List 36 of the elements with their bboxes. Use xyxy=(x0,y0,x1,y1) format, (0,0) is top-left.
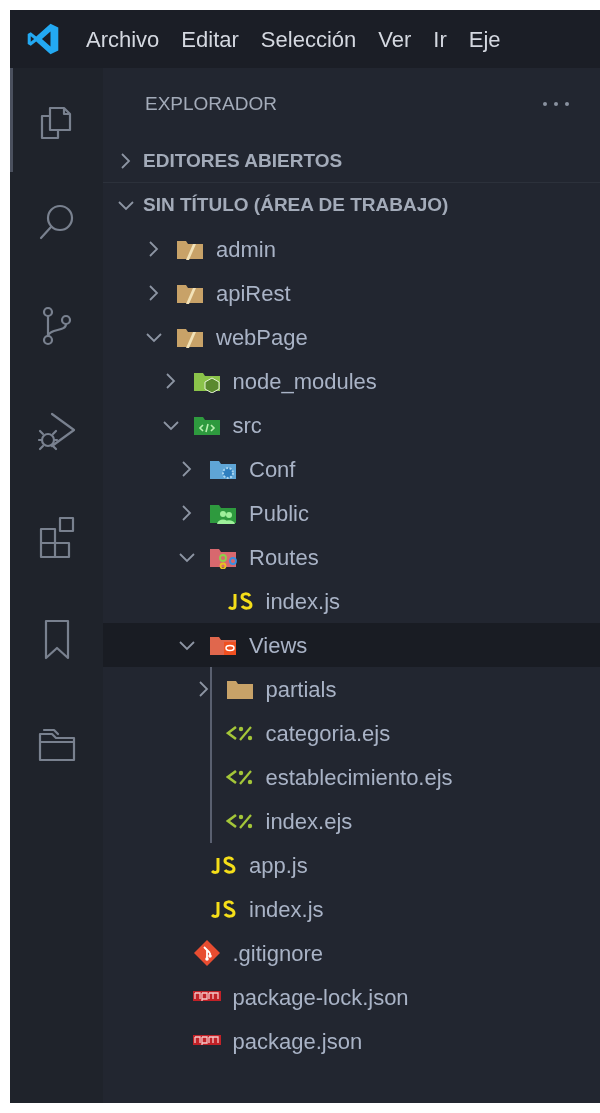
menu-item[interactable]: Selección xyxy=(260,22,357,56)
folder-tree-item[interactable]: src xyxy=(103,403,600,447)
js-file-icon xyxy=(209,853,237,877)
explorer-title: EXPLORADOR xyxy=(145,91,277,116)
more-actions-icon[interactable] xyxy=(542,101,570,107)
section-header[interactable]: SIN TÍTULO (ÁREA DE TRABAJO) xyxy=(103,183,600,227)
menu-item[interactable]: Archivo xyxy=(86,22,160,56)
menu-item[interactable]: Eje xyxy=(468,22,501,56)
npm-file-icon xyxy=(192,991,221,1003)
folder-tree-item[interactable]: Public xyxy=(103,491,600,535)
file-tree-item[interactable]: index.js xyxy=(103,887,600,931)
app-logo-icon xyxy=(26,22,60,56)
js-file-icon xyxy=(225,589,254,613)
git-file-icon xyxy=(192,939,221,967)
menu-item[interactable]: Ver xyxy=(378,22,412,56)
file-tree-item[interactable]: index.ejs xyxy=(103,799,600,843)
folder-tree-item[interactable]: partials xyxy=(103,667,600,711)
folder-tree-item[interactable]: admin xyxy=(103,227,600,271)
section-header[interactable]: EDITORES ABIERTOS xyxy=(103,140,600,183)
file-tree-item[interactable]: app.js xyxy=(103,843,600,887)
folder-tree-item[interactable]: webPage xyxy=(103,315,600,359)
folder-tree-item[interactable]: Conf xyxy=(103,447,600,491)
menu-item[interactable]: Ir xyxy=(433,22,447,56)
npm-file-icon xyxy=(192,1035,221,1047)
file-tree-item[interactable]: package-lock.json xyxy=(103,975,600,1019)
file-tree-item[interactable]: .gitignore xyxy=(103,931,600,975)
file-tree-item[interactable]: establecimiento.ejs xyxy=(103,755,600,799)
folder-tree-item[interactable]: Views xyxy=(103,623,600,667)
file-tree-item[interactable]: package.json xyxy=(103,1019,600,1063)
folder-tree-item[interactable]: node_modules xyxy=(103,359,600,403)
js-file-icon xyxy=(209,897,237,921)
file-tree-item[interactable]: categoria.ejs xyxy=(103,711,600,755)
folder-tree-item[interactable]: Routes xyxy=(103,535,600,579)
folder-tree-item[interactable]: apiRest xyxy=(103,271,600,315)
file-tree-item[interactable]: index.js xyxy=(103,579,600,623)
menu-item[interactable]: Editar xyxy=(181,22,239,56)
